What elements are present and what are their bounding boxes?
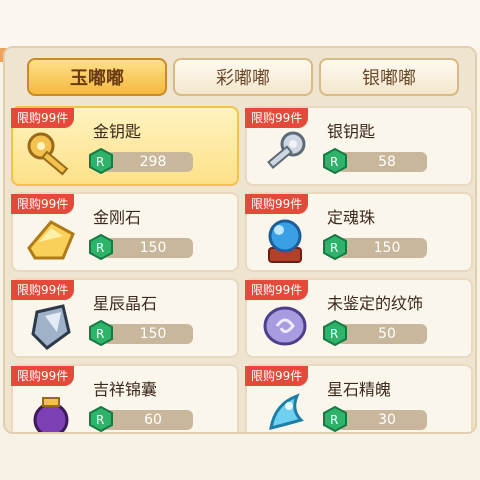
jade-currency-icon: R [89, 320, 113, 346]
jade-currency-icon: R [323, 406, 347, 432]
tab-yu-dudu[interactable]: 玉嘟嘟 [27, 58, 167, 96]
item-grid[interactable]: 限购99件 金钥匙 298 R 限购99件 银钥匙 58 R 限购99件 金刚石… [11, 106, 473, 432]
jade-currency-icon: R [89, 148, 113, 174]
price-value: 60 [103, 410, 193, 430]
item-name: 未鉴定的纹饰 [327, 294, 424, 313]
jade-currency-icon: R [89, 406, 113, 432]
shop-item-diamond-stone[interactable]: 限购99件 金刚石 150 R [11, 192, 239, 272]
star-crystal-icon [23, 298, 79, 354]
tab-cai-dudu[interactable]: 彩嘟嘟 [173, 58, 313, 96]
svg-text:R: R [96, 241, 104, 255]
purchase-limit-badge: 限购99件 [245, 280, 309, 300]
svg-text:R: R [330, 241, 338, 255]
tab-label: 彩嘟嘟 [216, 68, 270, 89]
jade-currency-icon: R [89, 234, 113, 260]
svg-text:R: R [96, 413, 104, 427]
lucky-pouch-icon [23, 384, 79, 432]
price-value: 150 [103, 324, 193, 344]
shop-panel: 玉嘟嘟 彩嘟嘟 银嘟嘟 限购99件 金钥匙 298 R 限购99件 银钥匙 58… [3, 46, 477, 434]
tab-label: 玉嘟嘟 [70, 68, 124, 89]
item-name: 银钥匙 [327, 122, 376, 141]
price-value: 150 [103, 238, 193, 258]
tab-yin-dudu[interactable]: 银嘟嘟 [319, 58, 459, 96]
diamond-stone-icon [23, 212, 79, 268]
star-spirit-icon [257, 384, 313, 432]
shop-item-soul-orb[interactable]: 限购99件 定魂珠 150 R [245, 192, 473, 272]
price-value: 50 [337, 324, 427, 344]
shop-item-lucky-pouch[interactable]: 限购99件 吉祥锦囊 60 R [11, 364, 239, 432]
shop-item-star-crystal[interactable]: 限购99件 星辰晶石 150 R [11, 278, 239, 358]
purchase-limit-badge: 限购99件 [245, 108, 309, 128]
price-value: 58 [337, 152, 427, 172]
shop-item-star-spirit[interactable]: 限购99件 星石精魄 30 R [245, 364, 473, 432]
shop-item-unidentified-emblem[interactable]: 限购99件 未鉴定的纹饰 50 R [245, 278, 473, 358]
price-value: 298 [103, 152, 193, 172]
svg-text:R: R [96, 155, 104, 169]
shop-item-silver-key[interactable]: 限购99件 银钥匙 58 R [245, 106, 473, 186]
item-name: 金刚石 [93, 208, 142, 227]
unidentified-emblem-icon [257, 298, 313, 354]
shop-item-gold-key[interactable]: 限购99件 金钥匙 298 R [11, 106, 239, 186]
top-strip [0, 0, 480, 48]
item-name: 吉祥锦囊 [93, 380, 158, 399]
jade-currency-icon: R [323, 320, 347, 346]
item-name: 星石精魄 [327, 380, 392, 399]
purchase-limit-badge: 限购99件 [11, 366, 75, 386]
item-name: 星辰晶石 [93, 294, 158, 313]
gold-key-icon [23, 126, 79, 182]
price-value: 30 [337, 410, 427, 430]
svg-text:R: R [330, 155, 338, 169]
svg-text:R: R [330, 413, 338, 427]
purchase-limit-badge: 限购99件 [245, 194, 309, 214]
svg-text:R: R [96, 327, 104, 341]
jade-currency-icon: R [323, 148, 347, 174]
purchase-limit-badge: 限购99件 [11, 108, 75, 128]
currency-tabs: 玉嘟嘟 彩嘟嘟 银嘟嘟 [5, 58, 475, 98]
silver-key-icon [257, 126, 313, 182]
purchase-limit-badge: 限购99件 [11, 280, 75, 300]
purchase-limit-badge: 限购99件 [11, 194, 75, 214]
item-name: 金钥匙 [93, 122, 142, 141]
purchase-limit-badge: 限购99件 [245, 366, 309, 386]
price-value: 150 [337, 238, 427, 258]
tab-label: 银嘟嘟 [362, 68, 416, 89]
jade-currency-icon: R [323, 234, 347, 260]
item-name: 定魂珠 [327, 208, 376, 227]
soul-orb-icon [257, 212, 313, 268]
svg-text:R: R [330, 327, 338, 341]
